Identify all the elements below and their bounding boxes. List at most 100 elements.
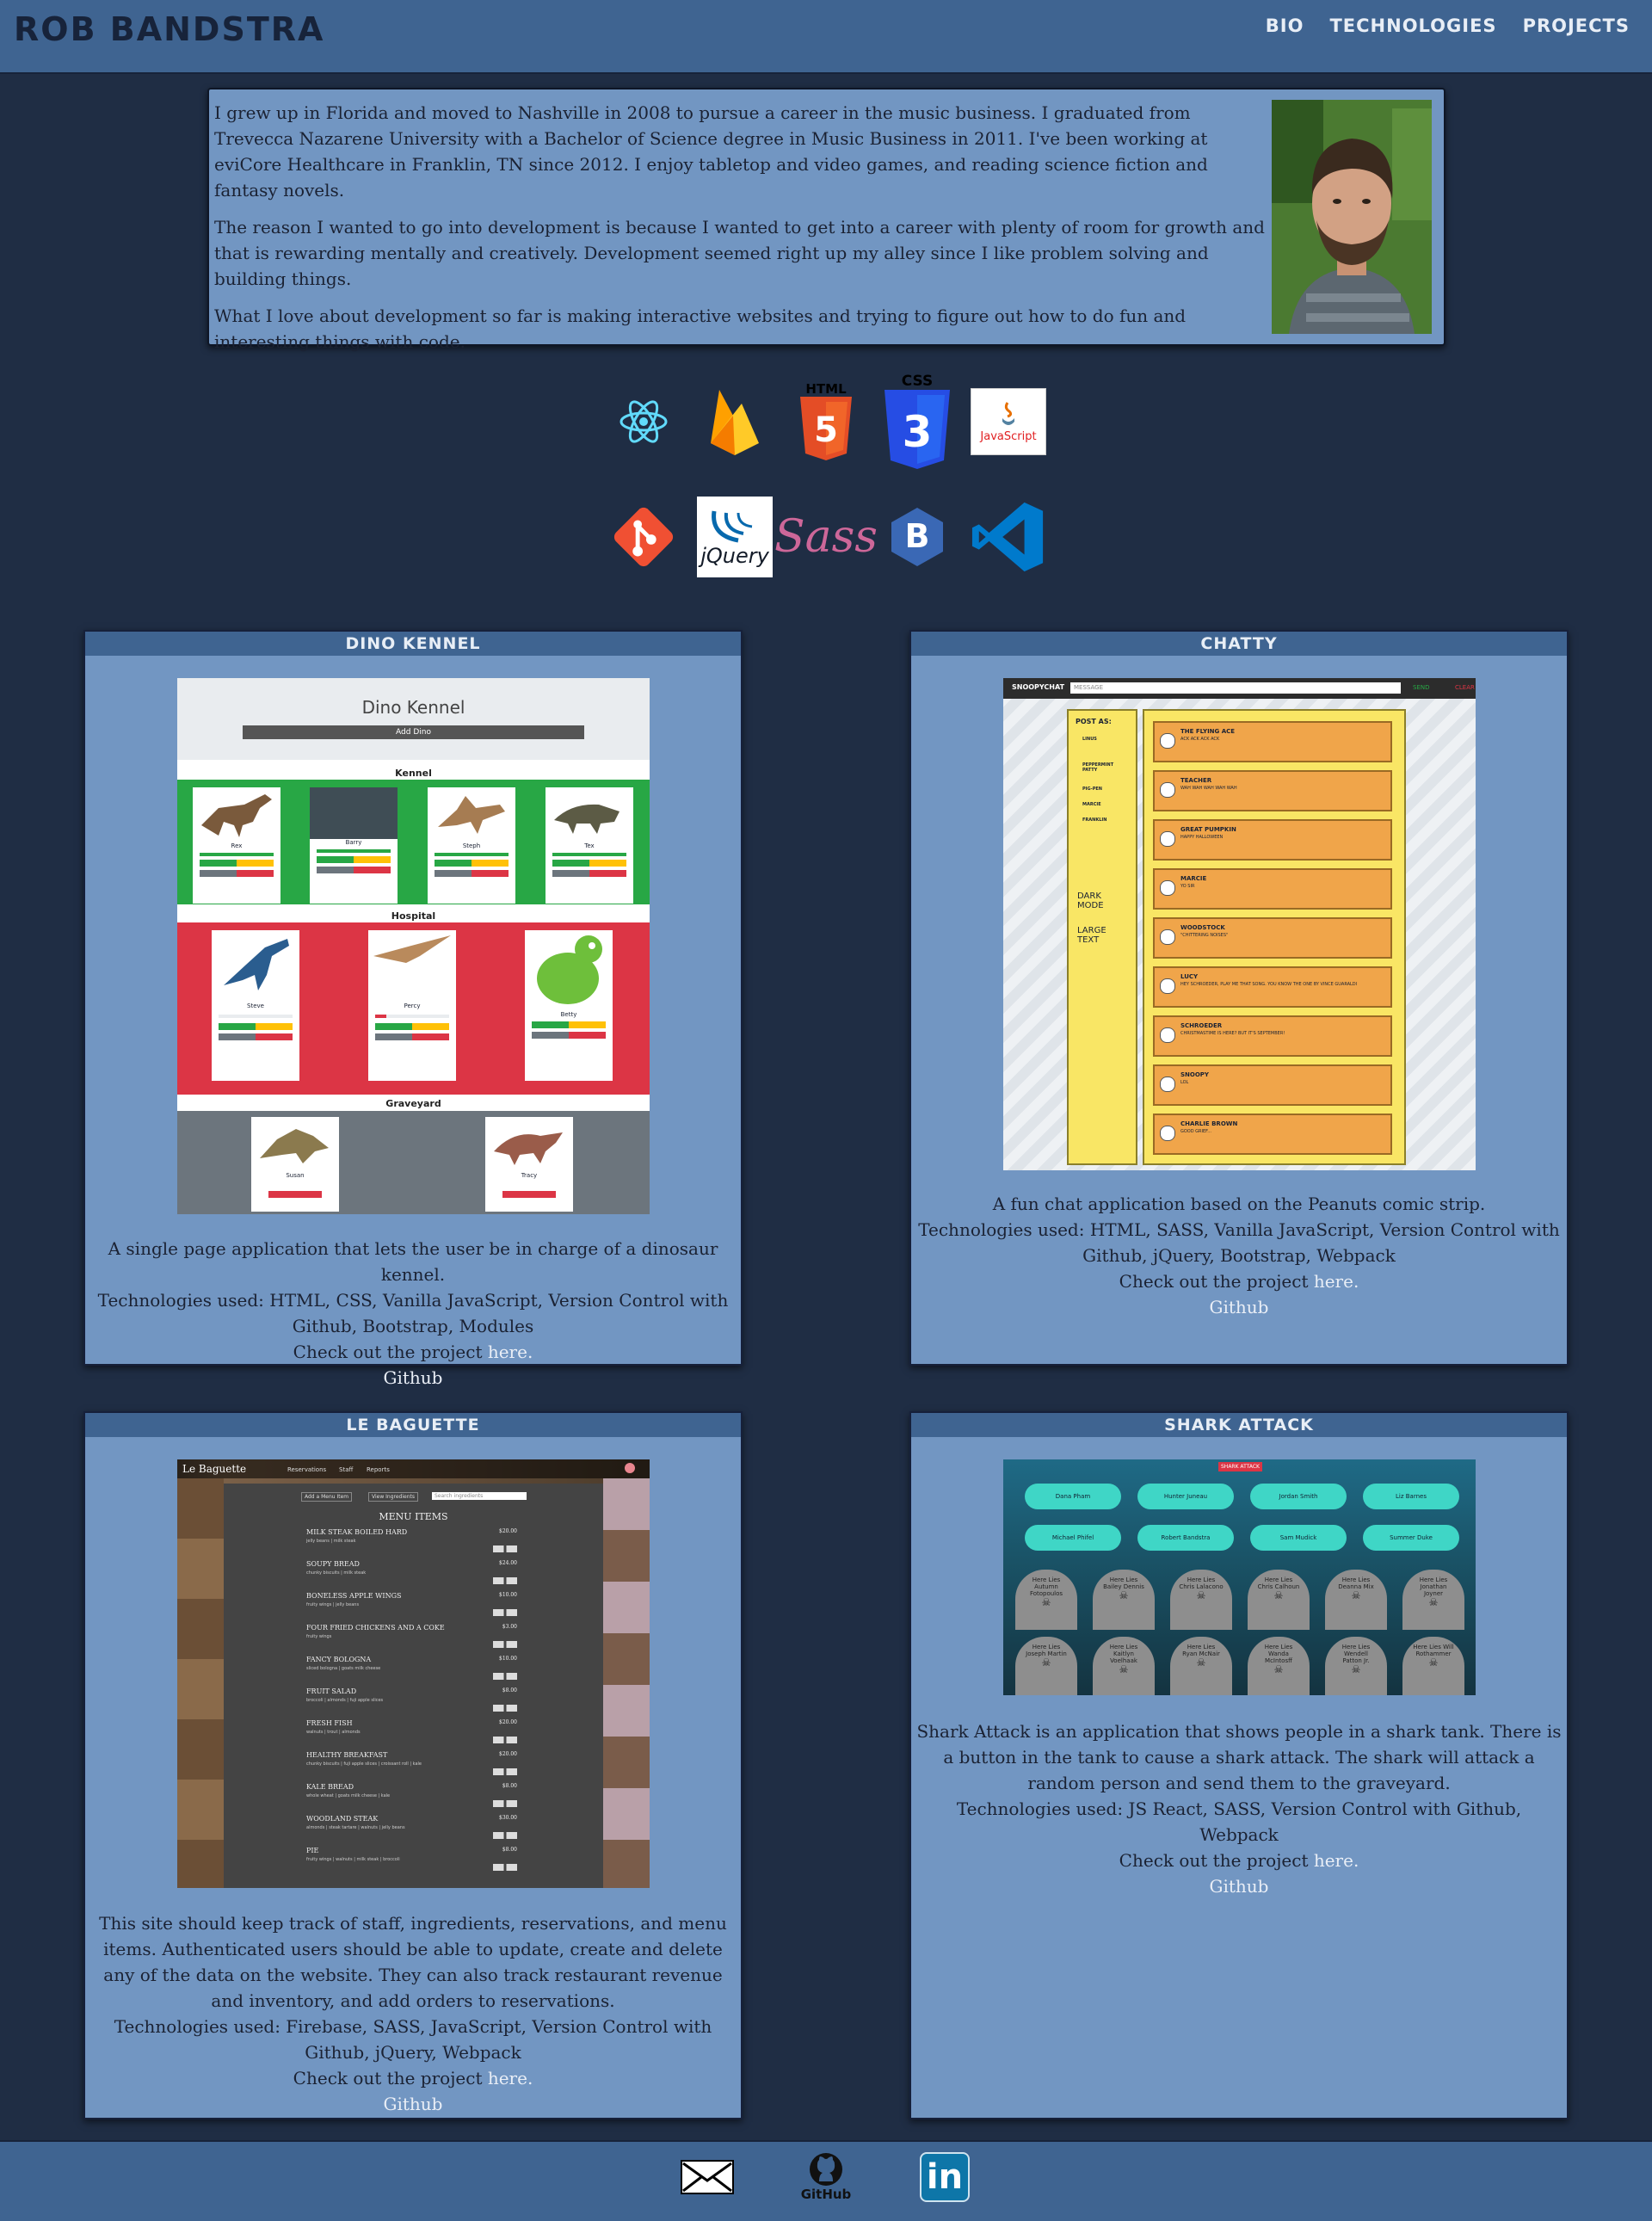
menu-item-ingredients: fruity wings xyxy=(306,1634,332,1639)
skull-icon: ☠ xyxy=(1041,1656,1051,1669)
chat-message: MARCIE YO SIR xyxy=(1153,868,1392,910)
project-cta: Check out the project here. xyxy=(911,1848,1567,1873)
avatar xyxy=(1160,978,1175,994)
menu-item-name: BONELESS APPLE WINGS xyxy=(306,1592,402,1600)
dino-card: Steph xyxy=(428,787,515,904)
tombstone-text: Here Lies Deanna Mix xyxy=(1338,1576,1374,1590)
project-screenshot-le-baguette: Le Baguette Reservations Staff Reports A… xyxy=(177,1459,650,1888)
menu-item-ingredients: almonds | steak tartare | walnuts | jell… xyxy=(306,1825,405,1830)
menu-item-actions xyxy=(493,1768,517,1775)
project-description: A single page application that lets the … xyxy=(85,1236,741,1391)
project-live-link[interactable]: here. xyxy=(488,1342,533,1362)
svg-text:3: 3 xyxy=(903,407,933,457)
menu-item: FOUR FRIED CHICKENS AND A COKE $3.00 fruit… xyxy=(306,1624,517,1653)
nav-link-projects[interactable]: PROJECTS xyxy=(1523,15,1630,36)
mail-icon[interactable] xyxy=(681,2150,734,2204)
project-summary: Shark Attack is an application that show… xyxy=(916,1721,1562,1793)
project-technologies: Technologies used: JS React, SASS, Versi… xyxy=(956,1798,1522,1845)
dino-name: Steve xyxy=(247,1003,264,1009)
tombstone: Here Lies Joseph Martin ☠ xyxy=(1015,1637,1077,1695)
skull-icon: ☠ xyxy=(1273,1589,1284,1601)
top-navbar: ROB BANDSTRA BIO TECHNOLOGIES PROJECTS xyxy=(0,0,1652,74)
project-github-link[interactable]: Github xyxy=(1210,1876,1269,1897)
menu-item-name: MILK STEAK BOILED HARD xyxy=(306,1528,408,1536)
site-brand[interactable]: ROB BANDSTRA xyxy=(14,10,324,48)
skull-icon: ☠ xyxy=(1119,1589,1129,1601)
skull-icon: ☠ xyxy=(1428,1596,1439,1608)
shark-attack-button: SHARK ATTACK xyxy=(1218,1462,1262,1471)
menu-item-name: FRUIT SALAD xyxy=(306,1687,357,1695)
project-live-link[interactable]: here. xyxy=(1314,1850,1359,1871)
javascript-label: JavaScript xyxy=(980,429,1037,443)
css3-label: CSS xyxy=(901,373,934,390)
linkedin-icon[interactable]: in xyxy=(918,2150,971,2204)
swimmer-name: Liz Barnes xyxy=(1396,1493,1427,1500)
skull-icon: ☠ xyxy=(1196,1656,1206,1669)
project-screenshot-chatty: SNOOPYCHAT MESSAGE SEND CLEAR POST AS: L… xyxy=(1003,678,1476,1170)
section-label: Graveyard xyxy=(385,1098,441,1109)
bio-card: I grew up in Florida and moved to Nashvi… xyxy=(207,88,1446,352)
menu-item-ingredients: whole wheat | goats milk cheese | kale xyxy=(306,1793,391,1798)
menu-item-actions xyxy=(493,1864,517,1871)
project-live-link[interactable]: here. xyxy=(1314,1271,1359,1292)
avatar xyxy=(1160,733,1175,749)
nav-link-technologies[interactable]: TECHNOLOGIES xyxy=(1329,15,1496,36)
menu-item-price: $30.00 xyxy=(499,1815,517,1821)
github-icon[interactable]: GitHub xyxy=(799,2150,853,2204)
menu-item-name: FANCY BOLOGNA xyxy=(306,1656,372,1663)
linkedin-label: in xyxy=(920,2152,970,2202)
chat-send-button: SEND xyxy=(1413,684,1430,691)
skull-icon: ☠ xyxy=(1273,1663,1284,1675)
section-label: Hospital xyxy=(391,910,436,922)
dino-name: Tex xyxy=(584,842,595,849)
chat-message-text: CHRISTMASTIME IS HERE? BUT IT'S SEPTEMBE… xyxy=(1180,1031,1285,1036)
large-text-toggle: LARGE TEXT xyxy=(1077,926,1106,945)
menu-item-actions xyxy=(493,1609,517,1616)
menu-item-ingredients: broccoli | almonds | fuji apple slices xyxy=(306,1698,384,1703)
chat-message-author: GREAT PUMPKIN xyxy=(1180,826,1236,833)
project-github-link[interactable]: Github xyxy=(384,1367,443,1388)
vscode-icon xyxy=(971,499,1046,575)
project-card-le-baguette: LE BAGUETTE Le Baguette Reservations Sta… xyxy=(83,1411,743,2119)
project-cta: Check out the project here. xyxy=(85,2065,741,2091)
section-label: Kennel xyxy=(395,768,432,779)
menu-item-price: $20.00 xyxy=(499,1751,517,1757)
swimmer: Liz Barnes xyxy=(1363,1484,1459,1509)
profile-photo xyxy=(1272,100,1432,334)
project-github-link[interactable]: Github xyxy=(384,2094,443,2114)
skull-icon: ☠ xyxy=(1351,1589,1361,1601)
chat-message-author: THE FLYING ACE xyxy=(1180,728,1236,735)
css3-icon: CSS 3 xyxy=(879,370,955,473)
project-technologies: Technologies used: HTML, CSS, Vanilla Ja… xyxy=(97,1290,729,1336)
technologies-row-2: jQuery Sass B xyxy=(0,497,1652,577)
tombstone-text: Here Lies Kaitlyn Voelhaak xyxy=(1109,1644,1138,1664)
menu-item-price: $10.00 xyxy=(499,1592,517,1598)
menu-item-name: KALE BREAD xyxy=(306,1783,354,1791)
project-title: SHARK ATTACK xyxy=(911,1413,1567,1437)
chat-message: SCHROEDER CHRISTMASTIME IS HERE? BUT IT'S… xyxy=(1153,1015,1392,1057)
menu-item-price: $24.00 xyxy=(499,1560,517,1566)
skull-icon: ☠ xyxy=(1041,1596,1051,1608)
dino-card: Betty xyxy=(525,930,613,1081)
dino-app-title: Dino Kennel xyxy=(361,697,465,718)
project-github-link[interactable]: Github xyxy=(1210,1297,1269,1317)
menu-item-actions xyxy=(493,1705,517,1712)
swimmer: Dana Pham xyxy=(1025,1484,1121,1509)
baguette-nav-item: Reservations xyxy=(287,1466,327,1473)
menu-item-actions xyxy=(493,1641,517,1648)
avatar xyxy=(1160,782,1175,798)
project-live-link[interactable]: here. xyxy=(488,2068,533,2088)
avatar xyxy=(1160,929,1175,945)
ingredient-search-input: Search ingredients xyxy=(432,1492,527,1500)
bio-paragraph: The reason I wanted to go into developme… xyxy=(214,217,1265,289)
project-screenshot-shark-attack: SHARK ATTACK Dana Pham Hunter Juneau Jorda… xyxy=(1003,1459,1476,1695)
user-option: LINUS xyxy=(1082,737,1097,742)
menu-item-actions xyxy=(493,1832,517,1839)
tombstone-text: Here Lies Wendell Patton Jr. xyxy=(1341,1644,1371,1664)
html5-label: HTML xyxy=(805,381,847,397)
chat-app-brand: SNOOPYCHAT xyxy=(1012,683,1065,691)
chat-clear-button: CLEAR xyxy=(1455,684,1475,691)
swimmer: Jordan Smith xyxy=(1250,1484,1347,1509)
nav-link-bio[interactable]: BIO xyxy=(1266,15,1304,36)
dino-card: Rex xyxy=(193,787,280,904)
